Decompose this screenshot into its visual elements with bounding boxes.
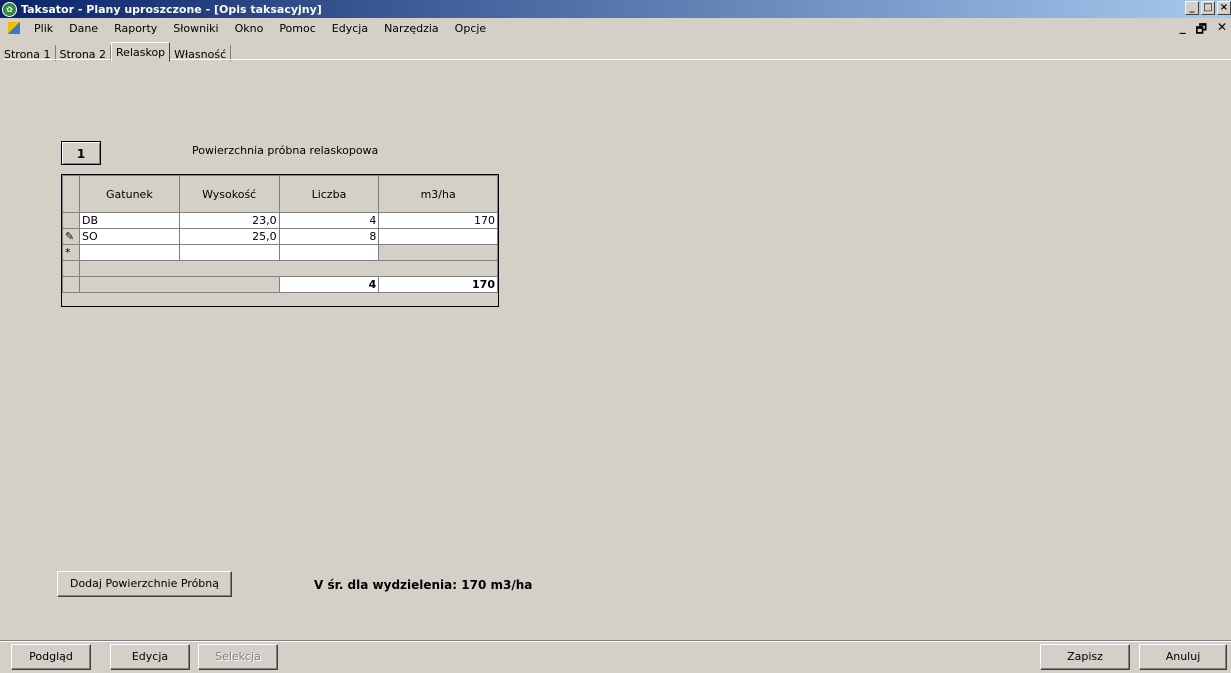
close-button[interactable]: × bbox=[1217, 1, 1231, 15]
cell-wysokosc[interactable] bbox=[178, 244, 280, 261]
spacer-cell bbox=[78, 260, 499, 277]
maximize-button[interactable]: □ bbox=[1201, 1, 1215, 15]
edit-button[interactable]: Edycja bbox=[110, 644, 190, 670]
cell-liczba[interactable]: 4 bbox=[278, 212, 380, 229]
menu-opcje[interactable]: Opcje bbox=[447, 22, 495, 35]
menu-slowniki[interactable]: Słowniki bbox=[165, 22, 226, 35]
totals-empty bbox=[78, 276, 280, 293]
save-button[interactable]: Zapisz bbox=[1040, 644, 1130, 670]
row-marker[interactable] bbox=[62, 212, 80, 229]
plot-title: Powierzchnia próbna relaskopowa bbox=[192, 144, 379, 157]
column-header-m3ha[interactable]: m3/ha bbox=[378, 175, 498, 213]
tab-relaskop[interactable]: Relaskop bbox=[111, 42, 171, 62]
edit-pencil-icon[interactable]: ✎ bbox=[62, 228, 80, 245]
selection-button: Selekcja bbox=[198, 644, 278, 670]
column-header-wysokosc[interactable]: Wysokość bbox=[178, 175, 280, 213]
table-row[interactable]: DB 23,0 4 170 bbox=[62, 212, 498, 229]
cell-wysokosc[interactable]: 23,0 bbox=[178, 212, 280, 229]
average-volume-summary: V śr. dla wydzielenia: 170 m3/ha bbox=[314, 578, 533, 592]
column-header-liczba[interactable]: Liczba bbox=[278, 175, 380, 213]
title-bar: ✿ Taksator - Plany uproszczone - [Opis t… bbox=[0, 0, 1231, 18]
menu-bar: Plik Dane Raporty Słowniki Okno Pomoc Ed… bbox=[0, 18, 1231, 38]
cell-wysokosc[interactable]: 25,0 bbox=[178, 228, 280, 245]
table-row[interactable]: ✎ SO 25,0 8 bbox=[62, 228, 498, 245]
mdi-controls: _ 🗗 ✕ bbox=[1180, 20, 1227, 41]
menu-edycja[interactable]: Edycja bbox=[324, 22, 376, 35]
minimize-button[interactable]: _ bbox=[1185, 1, 1199, 15]
menu-okno[interactable]: Okno bbox=[227, 22, 272, 35]
tab-page bbox=[4, 59, 1231, 625]
relaskop-grid: Gatunek Wysokość Liczba m3/ha DB 23,0 4 … bbox=[61, 174, 499, 307]
spacer-row bbox=[62, 260, 499, 277]
add-plot-button[interactable]: Dodaj Powierzchnie Próbną bbox=[57, 571, 232, 597]
column-header-gatunek[interactable]: Gatunek bbox=[78, 175, 180, 213]
cell-gatunek[interactable] bbox=[78, 244, 180, 261]
spacer-cell bbox=[62, 260, 80, 277]
menu-dane[interactable]: Dane bbox=[61, 22, 106, 35]
menu-narzedzia[interactable]: Narzędzia bbox=[376, 22, 447, 35]
menu-raporty[interactable]: Raporty bbox=[106, 22, 165, 35]
cell-m3ha bbox=[378, 244, 498, 261]
cell-liczba[interactable]: 8 bbox=[278, 228, 380, 245]
cell-m3ha: 170 bbox=[378, 212, 498, 229]
grid-header-row: Gatunek Wysokość Liczba m3/ha bbox=[62, 175, 498, 213]
new-row-icon[interactable]: * bbox=[62, 244, 80, 261]
cancel-button[interactable]: Anuluj bbox=[1139, 644, 1227, 670]
app-icon: ✿ bbox=[2, 1, 17, 17]
cell-gatunek[interactable]: SO bbox=[78, 228, 180, 245]
total-m3ha: 170 bbox=[378, 276, 498, 293]
preview-button[interactable]: Podgląd bbox=[11, 644, 91, 670]
menu-plik[interactable]: Plik bbox=[26, 22, 61, 35]
plot-number: 1 bbox=[61, 141, 101, 165]
menu-pomoc[interactable]: Pomoc bbox=[271, 22, 323, 35]
mdi-minimize-icon[interactable]: _ bbox=[1180, 20, 1186, 41]
cell-gatunek[interactable]: DB bbox=[78, 212, 180, 229]
window-title: Taksator - Plany uproszczone - [Opis tak… bbox=[21, 2, 322, 16]
totals-row: 4 170 bbox=[62, 276, 498, 293]
mdi-restore-icon[interactable]: 🗗 bbox=[1196, 20, 1207, 41]
cell-m3ha bbox=[378, 228, 498, 245]
totals-selector bbox=[62, 276, 80, 293]
cell-liczba[interactable] bbox=[278, 244, 380, 261]
row-selector-header bbox=[62, 175, 80, 213]
mdi-close-icon[interactable]: ✕ bbox=[1217, 20, 1227, 41]
document-icon[interactable] bbox=[8, 22, 20, 34]
new-row[interactable]: * bbox=[62, 244, 498, 261]
tab-strip: Strona 1 Strona 2 Relaskop Własność bbox=[0, 39, 232, 62]
total-liczba: 4 bbox=[278, 276, 380, 293]
